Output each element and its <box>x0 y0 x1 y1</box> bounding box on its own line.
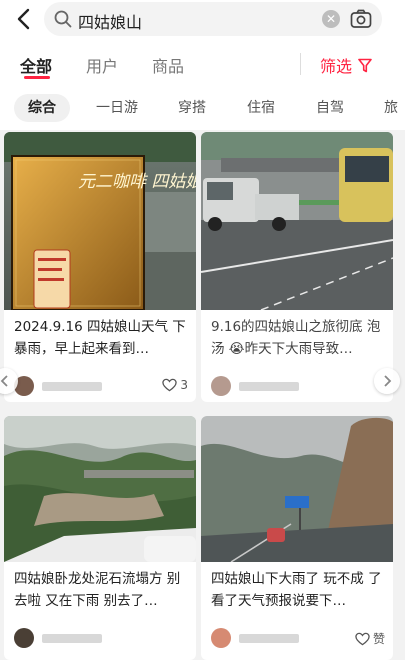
camera-icon[interactable] <box>350 9 372 29</box>
avatar[interactable] <box>211 628 231 648</box>
back-arrow-icon <box>17 8 30 30</box>
divider <box>300 53 301 75</box>
username-blurred <box>239 634 299 643</box>
like-count: 3 <box>180 378 188 392</box>
like-button[interactable]: 赞 <box>355 630 385 647</box>
like-button[interactable]: 3 <box>162 378 188 392</box>
note-title: 2024.9.16 四姑娘山天气 下暴雨，早上起来看到… <box>14 319 186 357</box>
note-cover-image <box>201 132 393 310</box>
chip-lodging[interactable]: 住宿 <box>247 94 275 122</box>
chip-self-drive[interactable]: 自驾 <box>316 94 344 122</box>
chip-comprehensive[interactable]: 综合 <box>14 94 70 122</box>
note-title: 四姑娘山下大雨了 玩不成 了 看了天气预报说要下… <box>211 571 382 609</box>
note-cover-image <box>201 416 393 562</box>
avatar[interactable] <box>14 628 34 648</box>
tab-goods[interactable]: 商品 <box>152 53 184 77</box>
username-blurred <box>239 382 299 391</box>
chevron-left-icon <box>0 375 8 387</box>
note-title: 9.16的四姑娘山之旅彻底 泡汤 😭昨天下大雨导致… <box>211 319 381 357</box>
search-box[interactable]: 四姑娘山 ✕ <box>44 2 382 36</box>
chip-travel[interactable]: 旅 <box>384 94 398 122</box>
note-meta <box>211 376 389 398</box>
heart-icon <box>162 378 178 392</box>
note-card[interactable]: 四姑娘山下大雨了 玩不成 了 看了天气预报说要下… 赞 <box>201 416 393 660</box>
note-card[interactable]: 9.16的四姑娘山之旅彻底 泡汤 😭昨天下大雨导致… <box>201 132 393 402</box>
username-blurred <box>42 634 102 643</box>
note-card[interactable]: 四姑娘卧龙处泥石流塌方 别去啦 又在下雨 别去了… <box>4 416 196 660</box>
category-chips: 综合 一日游 穿搭 住宿 自驾 旅 <box>0 86 405 130</box>
filter-button[interactable]: 筛选 <box>320 53 372 77</box>
tab-all[interactable]: 全部 <box>20 53 52 77</box>
chevron-right-icon <box>384 375 392 387</box>
note-cover-image: 元二咖啡 四姑娘山 Wherever <box>4 132 196 310</box>
tab-bar: 全部 用户 商品 筛选 <box>0 40 405 86</box>
tab-users[interactable]: 用户 <box>86 53 118 77</box>
chip-outfit[interactable]: 穿搭 <box>178 94 206 122</box>
sign-text: 元二咖啡 四姑娘山 Wherever <box>78 172 196 192</box>
clear-icon[interactable]: ✕ <box>322 10 340 28</box>
note-title: 四姑娘卧龙处泥石流塌方 别去啦 又在下雨 别去了… <box>14 571 181 609</box>
heart-icon <box>355 632 370 645</box>
scroll-right-button[interactable] <box>374 368 400 394</box>
chip-day-trip[interactable]: 一日游 <box>96 94 138 122</box>
username-blurred <box>42 382 102 391</box>
filter-label: 筛选 <box>320 57 353 76</box>
avatar[interactable] <box>211 376 231 396</box>
note-meta: 赞 <box>211 628 389 650</box>
note-card[interactable]: 元二咖啡 四姑娘山 Wherever 2024.9.16 四姑娘山天气 下暴雨，… <box>4 132 196 402</box>
note-cover-image <box>4 416 196 562</box>
like-label: 赞 <box>372 632 385 646</box>
top-bar: 四姑娘山 ✕ <box>0 0 405 40</box>
back-button[interactable] <box>8 4 38 34</box>
note-meta <box>14 628 192 650</box>
search-query[interactable]: 四姑娘山 <box>78 9 142 33</box>
funnel-icon <box>358 58 372 72</box>
active-tab-indicator <box>24 76 50 79</box>
note-meta: 3 <box>14 376 192 398</box>
search-icon <box>54 10 72 28</box>
